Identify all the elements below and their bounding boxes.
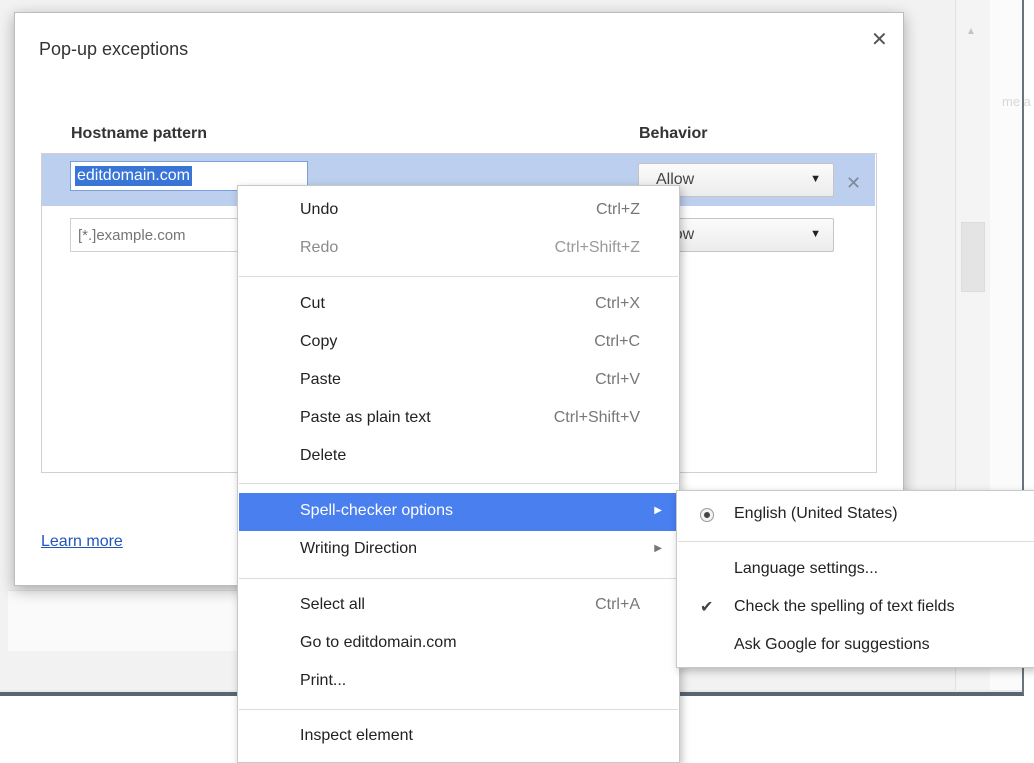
submenu-arrow-icon: ▶ xyxy=(654,505,662,516)
menu-item-select-all[interactable]: Select all Ctrl+A xyxy=(239,587,678,625)
menu-item-shortcut: Ctrl+Shift+Z xyxy=(554,239,640,256)
menu-item-go-to[interactable]: Go to editdomain.com xyxy=(239,625,678,663)
menu-item-label: Paste as plain text xyxy=(300,409,431,426)
checkmark-icon: ✔ xyxy=(700,599,714,616)
menu-separator xyxy=(239,483,678,484)
menu-item-shortcut: Ctrl+Shift+V xyxy=(553,409,640,426)
menu-item-writing-direction[interactable]: Writing Direction ▶ xyxy=(239,531,678,569)
menu-item-label: Paste xyxy=(300,371,341,388)
menu-item-label: Inspect element xyxy=(300,727,413,744)
menu-item-shortcut: Ctrl+X xyxy=(595,295,640,312)
menu-separator xyxy=(678,541,1034,542)
menu-item-label: Spell-checker options xyxy=(300,502,453,519)
chevron-down-icon: ▼ xyxy=(810,228,821,240)
submenu-arrow-icon: ▶ xyxy=(654,543,662,554)
menu-item-redo[interactable]: Redo Ctrl+Shift+Z xyxy=(239,230,678,268)
menu-item-paste[interactable]: Paste Ctrl+V xyxy=(239,362,678,400)
context-menu: Undo Ctrl+Z Redo Ctrl+Shift+Z Cut Ctrl+X… xyxy=(237,185,680,763)
spell-checker-submenu: English (United States) Language setting… xyxy=(676,490,1034,668)
menu-item-label: Go to editdomain.com xyxy=(300,634,457,651)
menu-item-delete[interactable]: Delete xyxy=(239,438,678,476)
menu-item-print[interactable]: Print... xyxy=(239,663,678,701)
scroll-up-arrow-icon[interactable]: ▲ xyxy=(966,26,976,37)
menu-item-label: Select all xyxy=(300,596,365,613)
faded-background-text: me a xyxy=(1002,94,1031,109)
submenu-item-language-settings[interactable]: Language settings... xyxy=(678,551,1034,589)
menu-item-label: Check the spelling of text fields xyxy=(734,598,955,615)
menu-item-label: Undo xyxy=(300,201,339,218)
menu-item-shortcut: Ctrl+A xyxy=(595,596,640,613)
dialog-title: Pop-up exceptions xyxy=(39,39,189,59)
scrollbar-thumb[interactable] xyxy=(961,222,985,292)
menu-item-shortcut: Ctrl+C xyxy=(594,333,640,350)
menu-item-label: English (United States) xyxy=(734,505,898,522)
column-header-behavior: Behavior xyxy=(639,125,708,142)
submenu-item-check-spelling[interactable]: ✔ Check the spelling of text fields xyxy=(678,589,1034,627)
menu-item-label: Redo xyxy=(300,239,339,256)
column-header-hostname: Hostname pattern xyxy=(71,125,208,142)
submenu-item-ask-google[interactable]: Ask Google for suggestions xyxy=(678,627,1034,665)
menu-item-shortcut: Ctrl+Z xyxy=(596,201,640,218)
chevron-down-icon: ▼ xyxy=(810,173,821,185)
menu-item-label: Delete xyxy=(300,447,347,464)
menu-item-copy[interactable]: Copy Ctrl+C xyxy=(239,324,678,362)
menu-item-shortcut: Ctrl+V xyxy=(595,371,640,388)
menu-separator xyxy=(239,578,678,579)
menu-item-undo[interactable]: Undo Ctrl+Z xyxy=(239,192,678,230)
close-icon[interactable]: ✕ xyxy=(871,27,888,52)
menu-item-inspect-element[interactable]: Inspect element xyxy=(239,718,678,756)
menu-item-label: Language settings... xyxy=(734,560,879,577)
menu-item-spell-checker-options[interactable]: Spell-checker options ▶ xyxy=(239,493,678,531)
menu-item-paste-plain-text[interactable]: Paste as plain text Ctrl+Shift+V xyxy=(239,400,678,438)
menu-item-label: Cut xyxy=(300,295,325,312)
menu-item-label: Ask Google for suggestions xyxy=(734,636,930,653)
menu-item-label: Print... xyxy=(300,672,347,689)
menu-item-label: Copy xyxy=(300,333,338,350)
remove-row-icon[interactable]: ✕ xyxy=(846,173,861,194)
radio-selected-icon xyxy=(700,508,714,522)
menu-item-label: Writing Direction xyxy=(300,540,418,557)
menu-separator xyxy=(239,709,678,710)
submenu-item-english-us[interactable]: English (United States) xyxy=(678,496,1034,534)
learn-more-link[interactable]: Learn more xyxy=(41,533,123,551)
menu-item-cut[interactable]: Cut Ctrl+X xyxy=(239,286,678,324)
selected-text: editdomain.com xyxy=(75,166,192,186)
menu-separator xyxy=(239,276,678,277)
